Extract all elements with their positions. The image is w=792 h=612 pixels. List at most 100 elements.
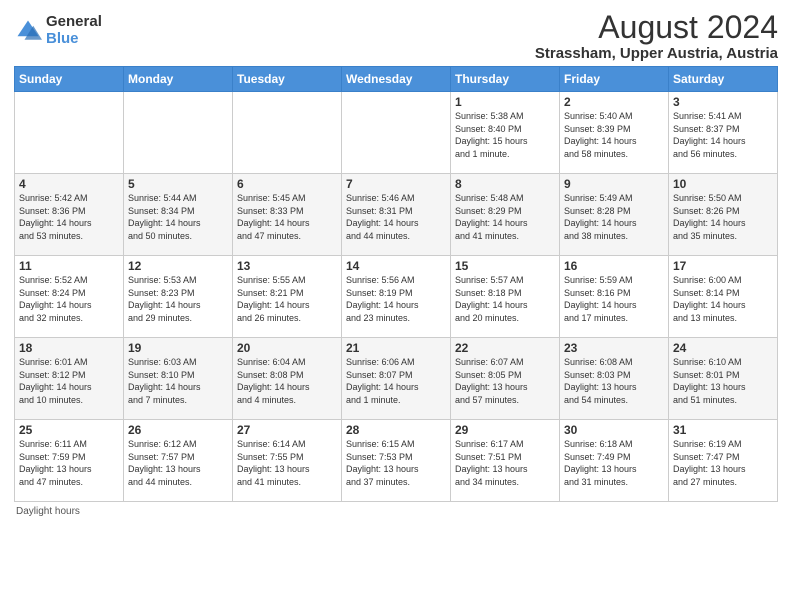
main-title: August 2024 [535,10,778,45]
calendar-cell: 4Sunrise: 5:42 AM Sunset: 8:36 PM Daylig… [15,174,124,256]
calendar-cell: 24Sunrise: 6:10 AM Sunset: 8:01 PM Dayli… [669,338,778,420]
day-info: Sunrise: 6:12 AM Sunset: 7:57 PM Dayligh… [128,438,228,488]
calendar-cell: 31Sunrise: 6:19 AM Sunset: 7:47 PM Dayli… [669,420,778,502]
day-info: Sunrise: 6:18 AM Sunset: 7:49 PM Dayligh… [564,438,664,488]
calendar-cell: 25Sunrise: 6:11 AM Sunset: 7:59 PM Dayli… [15,420,124,502]
calendar-cell: 9Sunrise: 5:49 AM Sunset: 8:28 PM Daylig… [560,174,669,256]
day-info: Sunrise: 5:41 AM Sunset: 8:37 PM Dayligh… [673,110,773,160]
day-number: 15 [455,259,555,273]
calendar-cell: 1Sunrise: 5:38 AM Sunset: 8:40 PM Daylig… [451,92,560,174]
day-info: Sunrise: 6:14 AM Sunset: 7:55 PM Dayligh… [237,438,337,488]
day-number: 4 [19,177,119,191]
calendar-cell: 3Sunrise: 5:41 AM Sunset: 8:37 PM Daylig… [669,92,778,174]
logo-blue: Blue [46,31,102,48]
day-number: 14 [346,259,446,273]
calendar-cell: 30Sunrise: 6:18 AM Sunset: 7:49 PM Dayli… [560,420,669,502]
day-info: Sunrise: 6:10 AM Sunset: 8:01 PM Dayligh… [673,356,773,406]
day-number: 5 [128,177,228,191]
day-number: 9 [564,177,664,191]
day-number: 8 [455,177,555,191]
day-number: 7 [346,177,446,191]
calendar-cell: 8Sunrise: 5:48 AM Sunset: 8:29 PM Daylig… [451,174,560,256]
header: General Blue August 2024 Strassham, Uppe… [14,10,778,62]
day-info: Sunrise: 6:03 AM Sunset: 8:10 PM Dayligh… [128,356,228,406]
day-number: 23 [564,341,664,355]
day-number: 3 [673,95,773,109]
subtitle: Strassham, Upper Austria, Austria [535,45,778,62]
day-info: Sunrise: 6:04 AM Sunset: 8:08 PM Dayligh… [237,356,337,406]
day-header-wednesday: Wednesday [342,67,451,92]
day-info: Sunrise: 5:59 AM Sunset: 8:16 PM Dayligh… [564,274,664,324]
day-number: 31 [673,423,773,437]
calendar-cell: 19Sunrise: 6:03 AM Sunset: 8:10 PM Dayli… [124,338,233,420]
day-info: Sunrise: 6:07 AM Sunset: 8:05 PM Dayligh… [455,356,555,406]
calendar-cell: 17Sunrise: 6:00 AM Sunset: 8:14 PM Dayli… [669,256,778,338]
day-header-tuesday: Tuesday [233,67,342,92]
day-number: 6 [237,177,337,191]
week-row-4: 25Sunrise: 6:11 AM Sunset: 7:59 PM Dayli… [15,420,778,502]
day-info: Sunrise: 5:56 AM Sunset: 8:19 PM Dayligh… [346,274,446,324]
calendar-cell: 11Sunrise: 5:52 AM Sunset: 8:24 PM Dayli… [15,256,124,338]
calendar-cell [233,92,342,174]
calendar-cell: 16Sunrise: 5:59 AM Sunset: 8:16 PM Dayli… [560,256,669,338]
calendar-cell: 20Sunrise: 6:04 AM Sunset: 8:08 PM Dayli… [233,338,342,420]
day-header-monday: Monday [124,67,233,92]
day-info: Sunrise: 6:15 AM Sunset: 7:53 PM Dayligh… [346,438,446,488]
week-row-1: 4Sunrise: 5:42 AM Sunset: 8:36 PM Daylig… [15,174,778,256]
calendar-cell: 14Sunrise: 5:56 AM Sunset: 8:19 PM Dayli… [342,256,451,338]
day-number: 11 [19,259,119,273]
day-info: Sunrise: 6:11 AM Sunset: 7:59 PM Dayligh… [19,438,119,488]
calendar-cell: 28Sunrise: 6:15 AM Sunset: 7:53 PM Dayli… [342,420,451,502]
day-number: 30 [564,423,664,437]
day-number: 1 [455,95,555,109]
day-number: 21 [346,341,446,355]
day-info: Sunrise: 6:19 AM Sunset: 7:47 PM Dayligh… [673,438,773,488]
day-header-friday: Friday [560,67,669,92]
day-number: 19 [128,341,228,355]
calendar-cell: 29Sunrise: 6:17 AM Sunset: 7:51 PM Dayli… [451,420,560,502]
day-header-sunday: Sunday [15,67,124,92]
day-info: Sunrise: 5:52 AM Sunset: 8:24 PM Dayligh… [19,274,119,324]
logo: General Blue [14,14,102,47]
calendar-header: SundayMondayTuesdayWednesdayThursdayFrid… [15,67,778,92]
day-info: Sunrise: 6:01 AM Sunset: 8:12 PM Dayligh… [19,356,119,406]
day-info: Sunrise: 5:46 AM Sunset: 8:31 PM Dayligh… [346,192,446,242]
calendar-cell: 23Sunrise: 6:08 AM Sunset: 8:03 PM Dayli… [560,338,669,420]
day-number: 18 [19,341,119,355]
day-number: 29 [455,423,555,437]
calendar-cell [342,92,451,174]
calendar-body: 1Sunrise: 5:38 AM Sunset: 8:40 PM Daylig… [15,92,778,502]
day-info: Sunrise: 5:42 AM Sunset: 8:36 PM Dayligh… [19,192,119,242]
calendar-cell: 15Sunrise: 5:57 AM Sunset: 8:18 PM Dayli… [451,256,560,338]
day-info: Sunrise: 5:49 AM Sunset: 8:28 PM Dayligh… [564,192,664,242]
day-info: Sunrise: 5:45 AM Sunset: 8:33 PM Dayligh… [237,192,337,242]
day-header-saturday: Saturday [669,67,778,92]
logo-text: General Blue [46,14,102,47]
day-number: 10 [673,177,773,191]
day-info: Sunrise: 6:00 AM Sunset: 8:14 PM Dayligh… [673,274,773,324]
header-row: SundayMondayTuesdayWednesdayThursdayFrid… [15,67,778,92]
page-container: General Blue August 2024 Strassham, Uppe… [0,0,792,523]
day-number: 25 [19,423,119,437]
day-info: Sunrise: 5:50 AM Sunset: 8:26 PM Dayligh… [673,192,773,242]
day-number: 17 [673,259,773,273]
day-number: 24 [673,341,773,355]
day-number: 2 [564,95,664,109]
calendar-cell: 12Sunrise: 5:53 AM Sunset: 8:23 PM Dayli… [124,256,233,338]
calendar-cell: 2Sunrise: 5:40 AM Sunset: 8:39 PM Daylig… [560,92,669,174]
week-row-2: 11Sunrise: 5:52 AM Sunset: 8:24 PM Dayli… [15,256,778,338]
logo-general: General [46,14,102,31]
day-info: Sunrise: 6:17 AM Sunset: 7:51 PM Dayligh… [455,438,555,488]
day-number: 12 [128,259,228,273]
day-info: Sunrise: 5:55 AM Sunset: 8:21 PM Dayligh… [237,274,337,324]
calendar-cell: 10Sunrise: 5:50 AM Sunset: 8:26 PM Dayli… [669,174,778,256]
calendar-table: SundayMondayTuesdayWednesdayThursdayFrid… [14,66,778,502]
week-row-0: 1Sunrise: 5:38 AM Sunset: 8:40 PM Daylig… [15,92,778,174]
day-info: Sunrise: 5:38 AM Sunset: 8:40 PM Dayligh… [455,110,555,160]
day-number: 26 [128,423,228,437]
footer: Daylight hours [14,506,778,517]
day-number: 20 [237,341,337,355]
day-info: Sunrise: 6:08 AM Sunset: 8:03 PM Dayligh… [564,356,664,406]
title-block: August 2024 Strassham, Upper Austria, Au… [535,10,778,62]
day-info: Sunrise: 5:44 AM Sunset: 8:34 PM Dayligh… [128,192,228,242]
